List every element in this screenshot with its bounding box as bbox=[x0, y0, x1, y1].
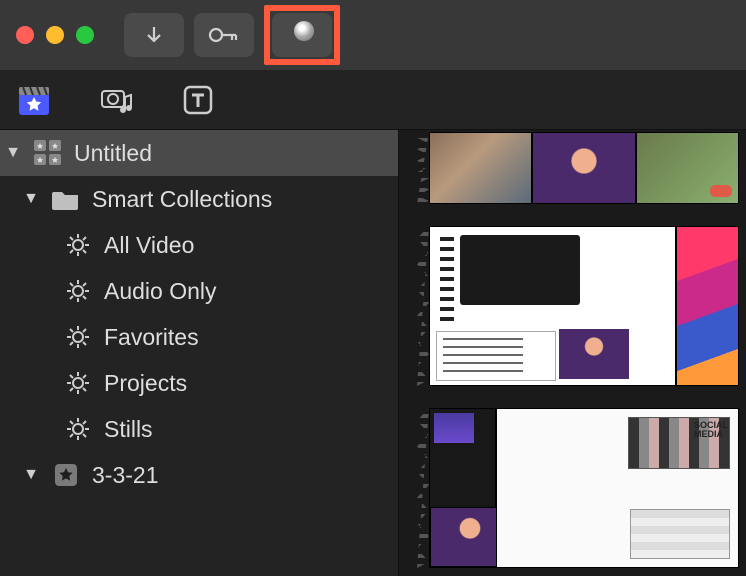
tab-titles-generators[interactable] bbox=[180, 82, 216, 118]
gear-icon bbox=[62, 278, 94, 304]
tutorial-highlight bbox=[264, 5, 340, 65]
clip-thumbnail bbox=[496, 408, 739, 568]
library-name-label: Untitled bbox=[74, 140, 152, 167]
gear-icon bbox=[62, 416, 94, 442]
event-star-icon bbox=[50, 462, 82, 488]
smart-collection-all-video[interactable]: All Video bbox=[0, 222, 398, 268]
tab-media-library[interactable] bbox=[16, 82, 52, 118]
title-t-icon bbox=[181, 83, 215, 117]
key-icon bbox=[206, 23, 242, 47]
smart-collection-label: Projects bbox=[104, 370, 187, 397]
download-arrow-icon bbox=[142, 23, 166, 47]
window-controls bbox=[16, 26, 94, 44]
smart-collection-projects[interactable]: Projects bbox=[0, 360, 398, 406]
gear-icon bbox=[62, 370, 94, 396]
disclosure-triangle-icon[interactable]: ▼ bbox=[22, 190, 40, 208]
import-button[interactable] bbox=[124, 13, 184, 57]
smart-collection-label: All Video bbox=[104, 232, 194, 259]
minimize-window-button[interactable] bbox=[46, 26, 64, 44]
sidebar-tabstrip bbox=[0, 70, 746, 130]
fullscreen-window-button[interactable] bbox=[76, 26, 94, 44]
background-tasks-icon bbox=[294, 21, 314, 41]
disclosure-triangle-icon[interactable]: ▼ bbox=[4, 144, 22, 162]
libraries-sidebar: ▼ Untitled ▼ Smart Collections All Video… bbox=[0, 130, 398, 576]
background-tasks-button[interactable] bbox=[272, 13, 332, 57]
clip-thumbnail bbox=[429, 226, 676, 386]
gear-icon bbox=[62, 324, 94, 350]
keyword-editor-button[interactable] bbox=[194, 13, 254, 57]
content-area: ▼ Untitled ▼ Smart Collections All Video… bbox=[0, 130, 746, 576]
smart-collection-label: Stills bbox=[104, 416, 153, 443]
event-row[interactable]: ▼ 3-3-21 bbox=[0, 452, 398, 498]
tab-photos-audio[interactable] bbox=[98, 82, 134, 118]
clip-thumbnail bbox=[636, 132, 739, 204]
smart-collections-folder-row[interactable]: ▼ Smart Collections bbox=[0, 176, 398, 222]
folder-icon bbox=[50, 188, 82, 210]
clip-thumbnail bbox=[429, 408, 496, 568]
gear-icon bbox=[62, 232, 94, 258]
browser-clip[interactable] bbox=[429, 132, 739, 204]
browser-clip[interactable] bbox=[429, 226, 739, 386]
clip-thumbnail bbox=[532, 132, 635, 204]
close-window-button[interactable] bbox=[16, 26, 34, 44]
event-label: 3-3-21 bbox=[92, 462, 158, 489]
clapperboard-star-icon bbox=[17, 83, 51, 117]
smart-collection-audio-only[interactable]: Audio Only bbox=[0, 268, 398, 314]
browser-clip[interactable] bbox=[429, 408, 739, 568]
titlebar bbox=[0, 0, 746, 70]
library-icon bbox=[32, 139, 64, 167]
clip-thumbnail bbox=[429, 132, 532, 204]
library-row[interactable]: ▼ Untitled bbox=[0, 130, 398, 176]
disclosure-triangle-icon[interactable]: ▼ bbox=[22, 466, 40, 484]
smart-collection-label: Favorites bbox=[104, 324, 199, 351]
clip-thumbnail bbox=[676, 226, 739, 386]
smart-collection-label: Audio Only bbox=[104, 278, 217, 305]
smart-collection-favorites[interactable]: Favorites bbox=[0, 314, 398, 360]
camera-music-icon bbox=[99, 83, 133, 117]
smart-collection-stills[interactable]: Stills bbox=[0, 406, 398, 452]
clip-browser[interactable] bbox=[398, 130, 746, 576]
smart-collections-label: Smart Collections bbox=[92, 186, 272, 213]
